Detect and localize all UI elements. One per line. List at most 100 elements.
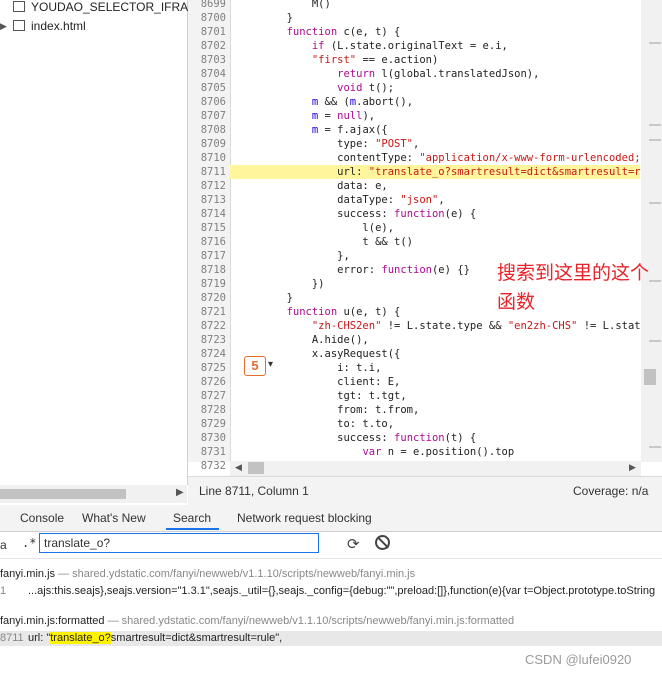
line-number[interactable]: 8701	[188, 25, 226, 39]
tree-item-youdao-frame[interactable]: YOUDAO_SELECTOR_IFRAME	[0, 0, 206, 16]
line-number[interactable]: 8725	[188, 361, 226, 375]
tab-search[interactable]: Search	[173, 511, 211, 525]
tab-console[interactable]: Console	[20, 511, 64, 525]
annotation-text: 搜索到这里的这个函数	[497, 263, 650, 313]
code-line[interactable]: success: function(t) {	[236, 431, 476, 445]
line-number[interactable]: 8722	[188, 319, 226, 333]
code-line[interactable]: void t();	[236, 81, 394, 95]
file-icon	[13, 20, 25, 31]
code-line[interactable]: }	[236, 291, 293, 305]
code-line[interactable]: })	[236, 277, 325, 291]
scroll-marker	[649, 446, 661, 448]
code-line[interactable]: success: function(e) {	[236, 207, 476, 221]
line-number[interactable]: 8708	[188, 123, 226, 137]
line-number[interactable]: 8718	[188, 263, 226, 277]
code-line[interactable]: type: "POST",	[236, 137, 419, 151]
regex-toggle[interactable]: .*	[22, 536, 36, 550]
line-number[interactable]: 8706	[188, 95, 226, 109]
editor-horizontal-scrollbar[interactable]	[230, 461, 641, 476]
tree-scroll-thumb[interactable]	[0, 489, 126, 499]
tab-network-request-blocking[interactable]: Network request blocking	[237, 511, 372, 525]
line-number[interactable]: 8720	[188, 291, 226, 305]
code-line[interactable]: dataType: "json",	[236, 193, 445, 207]
result-line[interactable]: 1 ...ajs:this.seajs},seajs.version="1.3.1…	[0, 585, 655, 597]
line-number[interactable]: 8721	[188, 305, 226, 319]
line-number[interactable]: 8716	[188, 235, 226, 249]
line-number[interactable]: 8719	[188, 277, 226, 291]
code-line[interactable]: "first" == e.action)	[236, 53, 438, 67]
scroll-marker	[649, 202, 661, 204]
line-number[interactable]: 8699	[188, 0, 226, 11]
line-number[interactable]: 8731	[188, 445, 226, 459]
line-number[interactable]: 8729	[188, 417, 226, 431]
tree-item-index-html[interactable]: index.html	[0, 17, 86, 35]
line-number[interactable]: 8705	[188, 81, 226, 95]
search-input[interactable]	[39, 533, 319, 553]
line-number[interactable]: 8730	[188, 431, 226, 445]
code-line[interactable]: client: E,	[236, 375, 400, 389]
code-line[interactable]: t && t()	[236, 235, 413, 249]
line-number[interactable]: 8710	[188, 151, 226, 165]
code-line[interactable]: data: e,	[236, 179, 388, 193]
code-line[interactable]: error: function(e) {}	[236, 263, 470, 277]
line-number[interactable]: 8723	[188, 333, 226, 347]
editor-hscroll-thumb[interactable]	[248, 462, 264, 474]
code-line[interactable]: },	[236, 249, 350, 263]
code-line[interactable]: function c(e, t) {	[236, 25, 401, 39]
line-number[interactable]: 8711	[188, 165, 226, 179]
code-line[interactable]: return l(global.translatedJson),	[236, 67, 539, 81]
code-line[interactable]: A.hide(),	[236, 333, 369, 347]
frame-icon	[13, 1, 25, 12]
line-number[interactable]: 8703	[188, 53, 226, 67]
code-line[interactable]: "zh-CHS2en" != L.state.type && "en2zh-CH…	[236, 319, 653, 333]
scroll-marker	[649, 139, 661, 141]
result-line[interactable]: 8711 url: "translate_o?smartresult=dict&s…	[0, 632, 282, 644]
coverage-status[interactable]: Coverage: n/a	[573, 484, 648, 498]
line-number[interactable]: 8707	[188, 109, 226, 123]
scroll-left-arrow-icon[interactable]: ◀	[235, 462, 242, 473]
code-line[interactable]: contentType: "application/x-www-form-url…	[236, 151, 653, 165]
line-number[interactable]: 8727	[188, 389, 226, 403]
code-line[interactable]: to: t.to,	[236, 417, 394, 431]
result-file-header[interactable]: fanyi.min.js — shared.ydstatic.com/fanyi…	[0, 568, 415, 580]
code-line[interactable]: from: t.from,	[236, 403, 419, 417]
code-line[interactable]: m = f.ajax({	[236, 123, 388, 137]
code-line[interactable]: function u(e, t) {	[236, 305, 401, 319]
line-number[interactable]: 8728	[188, 403, 226, 417]
line-number[interactable]: 8709	[188, 137, 226, 151]
code-line[interactable]: }	[236, 11, 293, 25]
result-file-header[interactable]: fanyi.min.js:formatted — shared.ydstatic…	[0, 615, 514, 627]
tab-whats-new[interactable]: What's New	[82, 511, 146, 525]
scroll-marker	[649, 124, 661, 126]
scroll-right-arrow-icon[interactable]: ▶	[176, 487, 184, 498]
line-number[interactable]: 8717	[188, 249, 226, 263]
code-line[interactable]: M()	[236, 0, 331, 11]
cursor-position: Line 8711, Column 1	[199, 484, 309, 498]
line-number[interactable]: 8714	[188, 207, 226, 221]
editor-vertical-scrollbar[interactable]	[641, 0, 662, 462]
code-line[interactable]: var n = e.position().top	[236, 445, 514, 459]
line-number[interactable]: 8712	[188, 179, 226, 193]
snippet-shield-icon[interactable]: 5	[244, 356, 266, 376]
line-number[interactable]: 8702	[188, 39, 226, 53]
chevron-down-icon[interactable]: ▾	[268, 359, 273, 370]
match-case-toggle[interactable]: a	[0, 538, 7, 552]
code-line[interactable]: if (L.state.originalText = e.i,	[236, 39, 508, 53]
line-number[interactable]: 8715	[188, 221, 226, 235]
code-line[interactable]: tgt: t.tgt,	[236, 389, 407, 403]
line-number[interactable]: 8700	[188, 11, 226, 25]
code-line[interactable]: m = null),	[236, 109, 375, 123]
clear-results-icon[interactable]	[375, 535, 390, 550]
line-number[interactable]: 8713	[188, 193, 226, 207]
editor-scroll-thumb[interactable]	[644, 369, 656, 385]
code-line[interactable]: l(e),	[236, 221, 394, 235]
scroll-marker	[649, 42, 661, 44]
line-number[interactable]: 8726	[188, 375, 226, 389]
code-line[interactable]: url: "translate_o?smartresult=dict&smart…	[236, 165, 653, 179]
line-number[interactable]: 8724	[188, 347, 226, 361]
refresh-icon[interactable]: ⟳	[347, 535, 360, 553]
scroll-right-arrow-icon[interactable]: ▶	[629, 462, 636, 473]
line-number[interactable]: 8704	[188, 67, 226, 81]
line-number[interactable]: 8732	[188, 459, 226, 473]
code-line[interactable]: m && (m.abort(),	[236, 95, 413, 109]
